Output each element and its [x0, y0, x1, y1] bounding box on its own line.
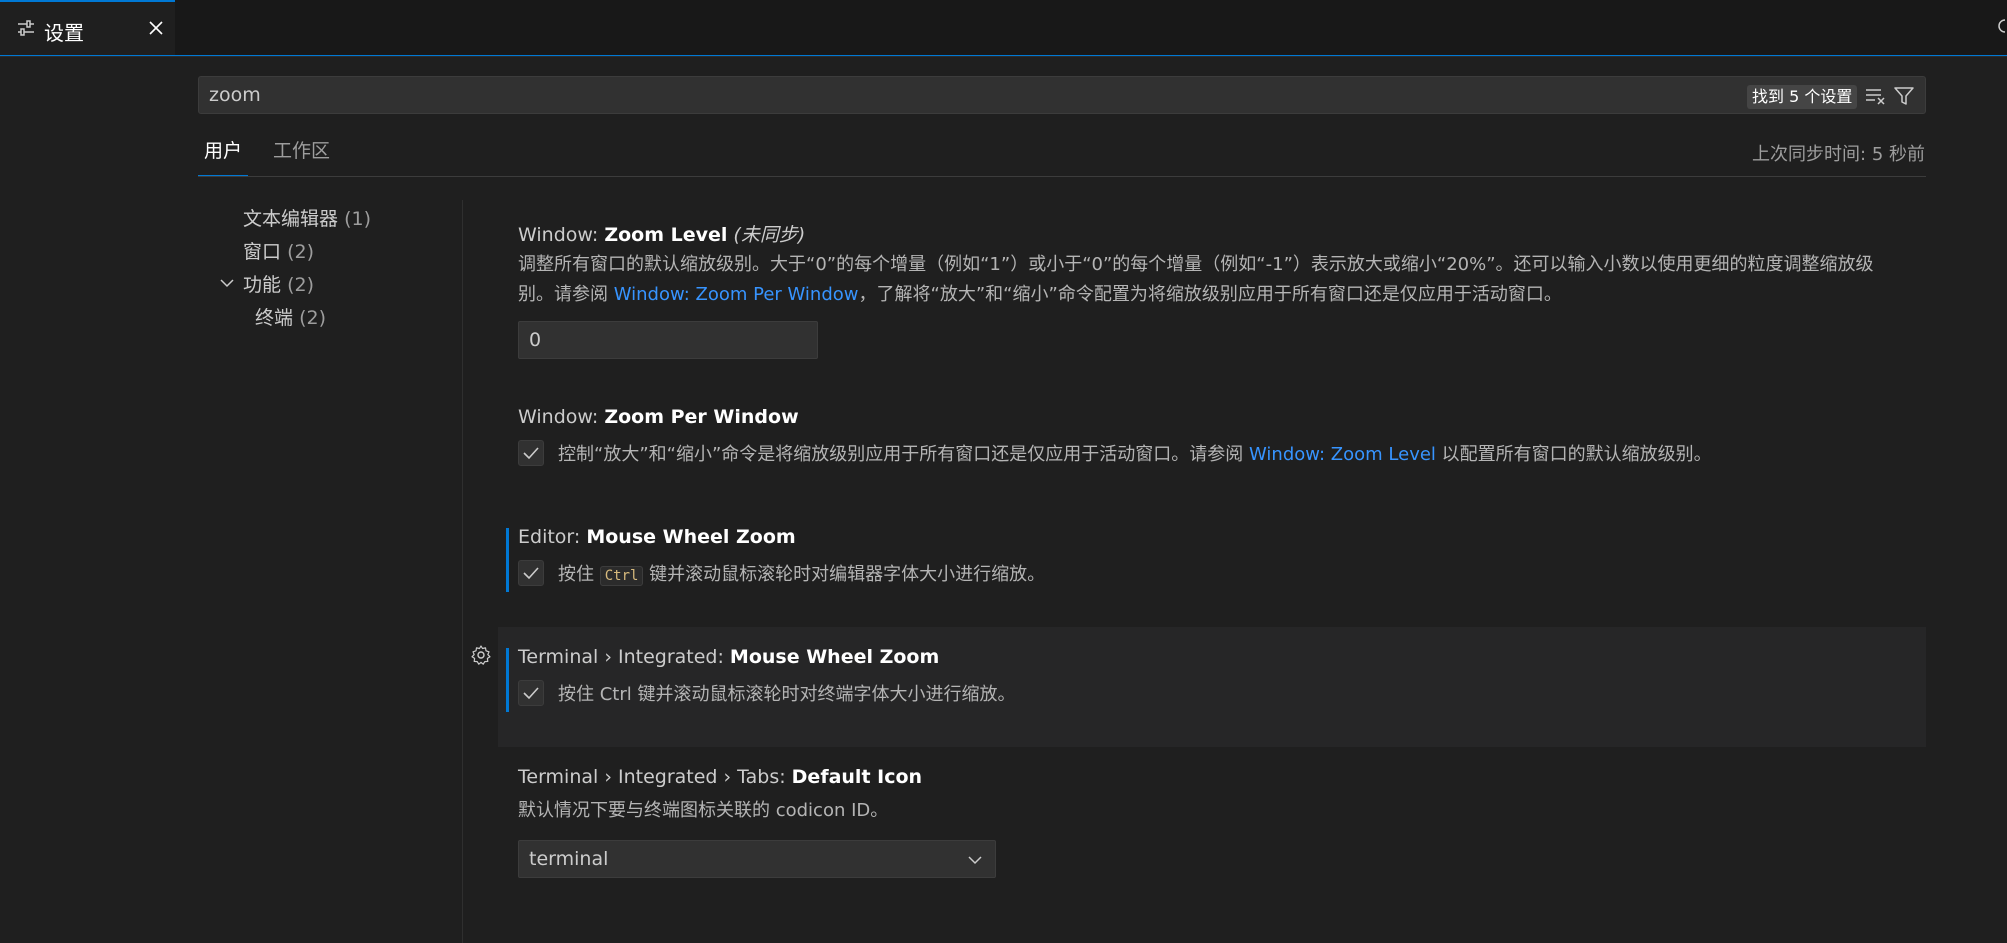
setting-title: Window: Zoom Level (未同步) [518, 220, 805, 247]
zoom-per-window-checkbox[interactable] [518, 440, 544, 466]
toc-count: (2) [287, 274, 314, 296]
tab-label: 设置 [44, 21, 84, 45]
modified-indicator [506, 528, 509, 592]
setting-description: 按住 Ctrl 键并滚动鼠标滚轮时对编辑器字体大小进行缩放。 [558, 560, 1045, 586]
sync-status: 上次同步时间: 5 秒前 [1752, 144, 1925, 165]
default-icon-value: terminal [529, 848, 609, 870]
gear-icon[interactable] [470, 644, 492, 666]
setting-description: 控制“放大”和“缩小”命令是将缩放级别应用于所有窗口还是仅应用于活动窗口。请参阅… [558, 440, 1712, 466]
toc-label: 窗口 [243, 241, 282, 263]
setting-title: Window: Zoom Per Window [518, 406, 799, 428]
setting-key: Mouse Wheel Zoom [729, 646, 940, 668]
tab-settings[interactable]: 设置 [0, 0, 175, 56]
toc-count: (2) [299, 307, 326, 329]
check-icon [523, 567, 539, 580]
close-icon[interactable] [146, 18, 166, 38]
desc-text: 键并滚动鼠标滚轮时对编辑器字体大小进行缩放。 [643, 564, 1046, 585]
setting-key: Default Icon [791, 766, 923, 788]
zoom-level-value[interactable]: 0 [529, 329, 541, 351]
chevron-down-icon[interactable] [218, 274, 236, 292]
setting-title: Terminal › Integrated: Mouse Wheel Zoom [518, 646, 939, 668]
tab-workspace[interactable]: 工作区 [273, 136, 330, 175]
settings-search[interactable]: zoom 找到 5 个设置 [198, 76, 1926, 114]
check-icon [523, 447, 539, 460]
setting-key: Zoom Per Window [604, 406, 799, 428]
setting-key: Zoom Level [604, 224, 728, 246]
toc-item-window[interactable]: 窗口 (2) [243, 237, 314, 264]
setting-title: Editor: Mouse Wheel Zoom [518, 526, 796, 548]
divider [198, 176, 1926, 177]
setting-description: 调整所有窗口的默认缩放级别。大于“0”的每个增量（例如“1”）或小于“0”的每个… [518, 250, 1898, 310]
tab-user[interactable]: 用户 [198, 136, 248, 177]
editor-tab-bar: 设置 [0, 0, 2007, 57]
setting-category: Terminal › Integrated: [518, 646, 730, 668]
chevron-down-icon [968, 856, 982, 865]
toc-label: 终端 [255, 307, 294, 329]
setting-category: Window: [518, 224, 605, 246]
toc-item-text-editor[interactable]: 文本编辑器 (1) [243, 204, 371, 231]
zoom-level-input[interactable]: 0 [518, 321, 818, 359]
toc-count: (2) [287, 241, 314, 263]
terminal-mouse-wheel-zoom-checkbox[interactable] [518, 680, 544, 706]
toc-label: 文本编辑器 [243, 208, 339, 230]
setting-title: Terminal › Integrated › Tabs: Default Ic… [518, 766, 922, 788]
toc-item-features[interactable]: 功能 (2) [243, 270, 314, 297]
setting-category: Terminal › Integrated › Tabs: [518, 766, 792, 788]
toc-label: 功能 [243, 274, 282, 296]
search-result-count: 找到 5 个设置 [1747, 85, 1858, 109]
default-icon-select[interactable]: terminal [518, 840, 996, 878]
setting-link[interactable]: Window: Zoom Level [1249, 444, 1436, 465]
toc-divider [462, 200, 463, 943]
check-icon [523, 687, 539, 700]
desc-text: 控制“放大”和“缩小”命令是将缩放级别应用于所有窗口还是仅应用于活动窗口。请参阅 [558, 444, 1250, 465]
split-editor-icon[interactable] [1997, 16, 2007, 36]
toc-item-terminal[interactable]: 终端 (2) [255, 303, 326, 330]
clear-filter-icon[interactable] [1864, 85, 1886, 107]
modified-indicator [506, 648, 509, 712]
desc-text: 以配置所有窗口的默认缩放级别。 [1435, 444, 1712, 465]
filter-icon[interactable] [1893, 85, 1915, 107]
editor-mouse-wheel-zoom-checkbox[interactable] [518, 560, 544, 586]
search-input[interactable]: zoom [209, 84, 261, 106]
setting-category: Editor: [518, 526, 587, 548]
setting-description: 默认情况下要与终端图标关联的 codicon ID。 [518, 800, 889, 821]
setting-description: 按住 Ctrl 键并滚动鼠标滚轮时对终端字体大小进行缩放。 [558, 684, 1016, 705]
toc-count: (1) [344, 208, 371, 230]
unsynced-note: (未同步) [733, 224, 806, 246]
tab-active-border [0, 55, 2007, 56]
ctrl-key-badge: Ctrl [599, 566, 644, 586]
setting-category: Window: [518, 406, 605, 428]
setting-key: Mouse Wheel Zoom [586, 526, 796, 548]
setting-link[interactable]: Window: Zoom Per Window [614, 284, 859, 305]
settings-sliders-icon [18, 20, 34, 36]
desc-text: 按住 [558, 564, 600, 585]
desc-text: ，了解将“放大”和“缩小”命令配置为将缩放级别应用于所有窗口还是仅应用于活动窗口… [858, 284, 1562, 305]
